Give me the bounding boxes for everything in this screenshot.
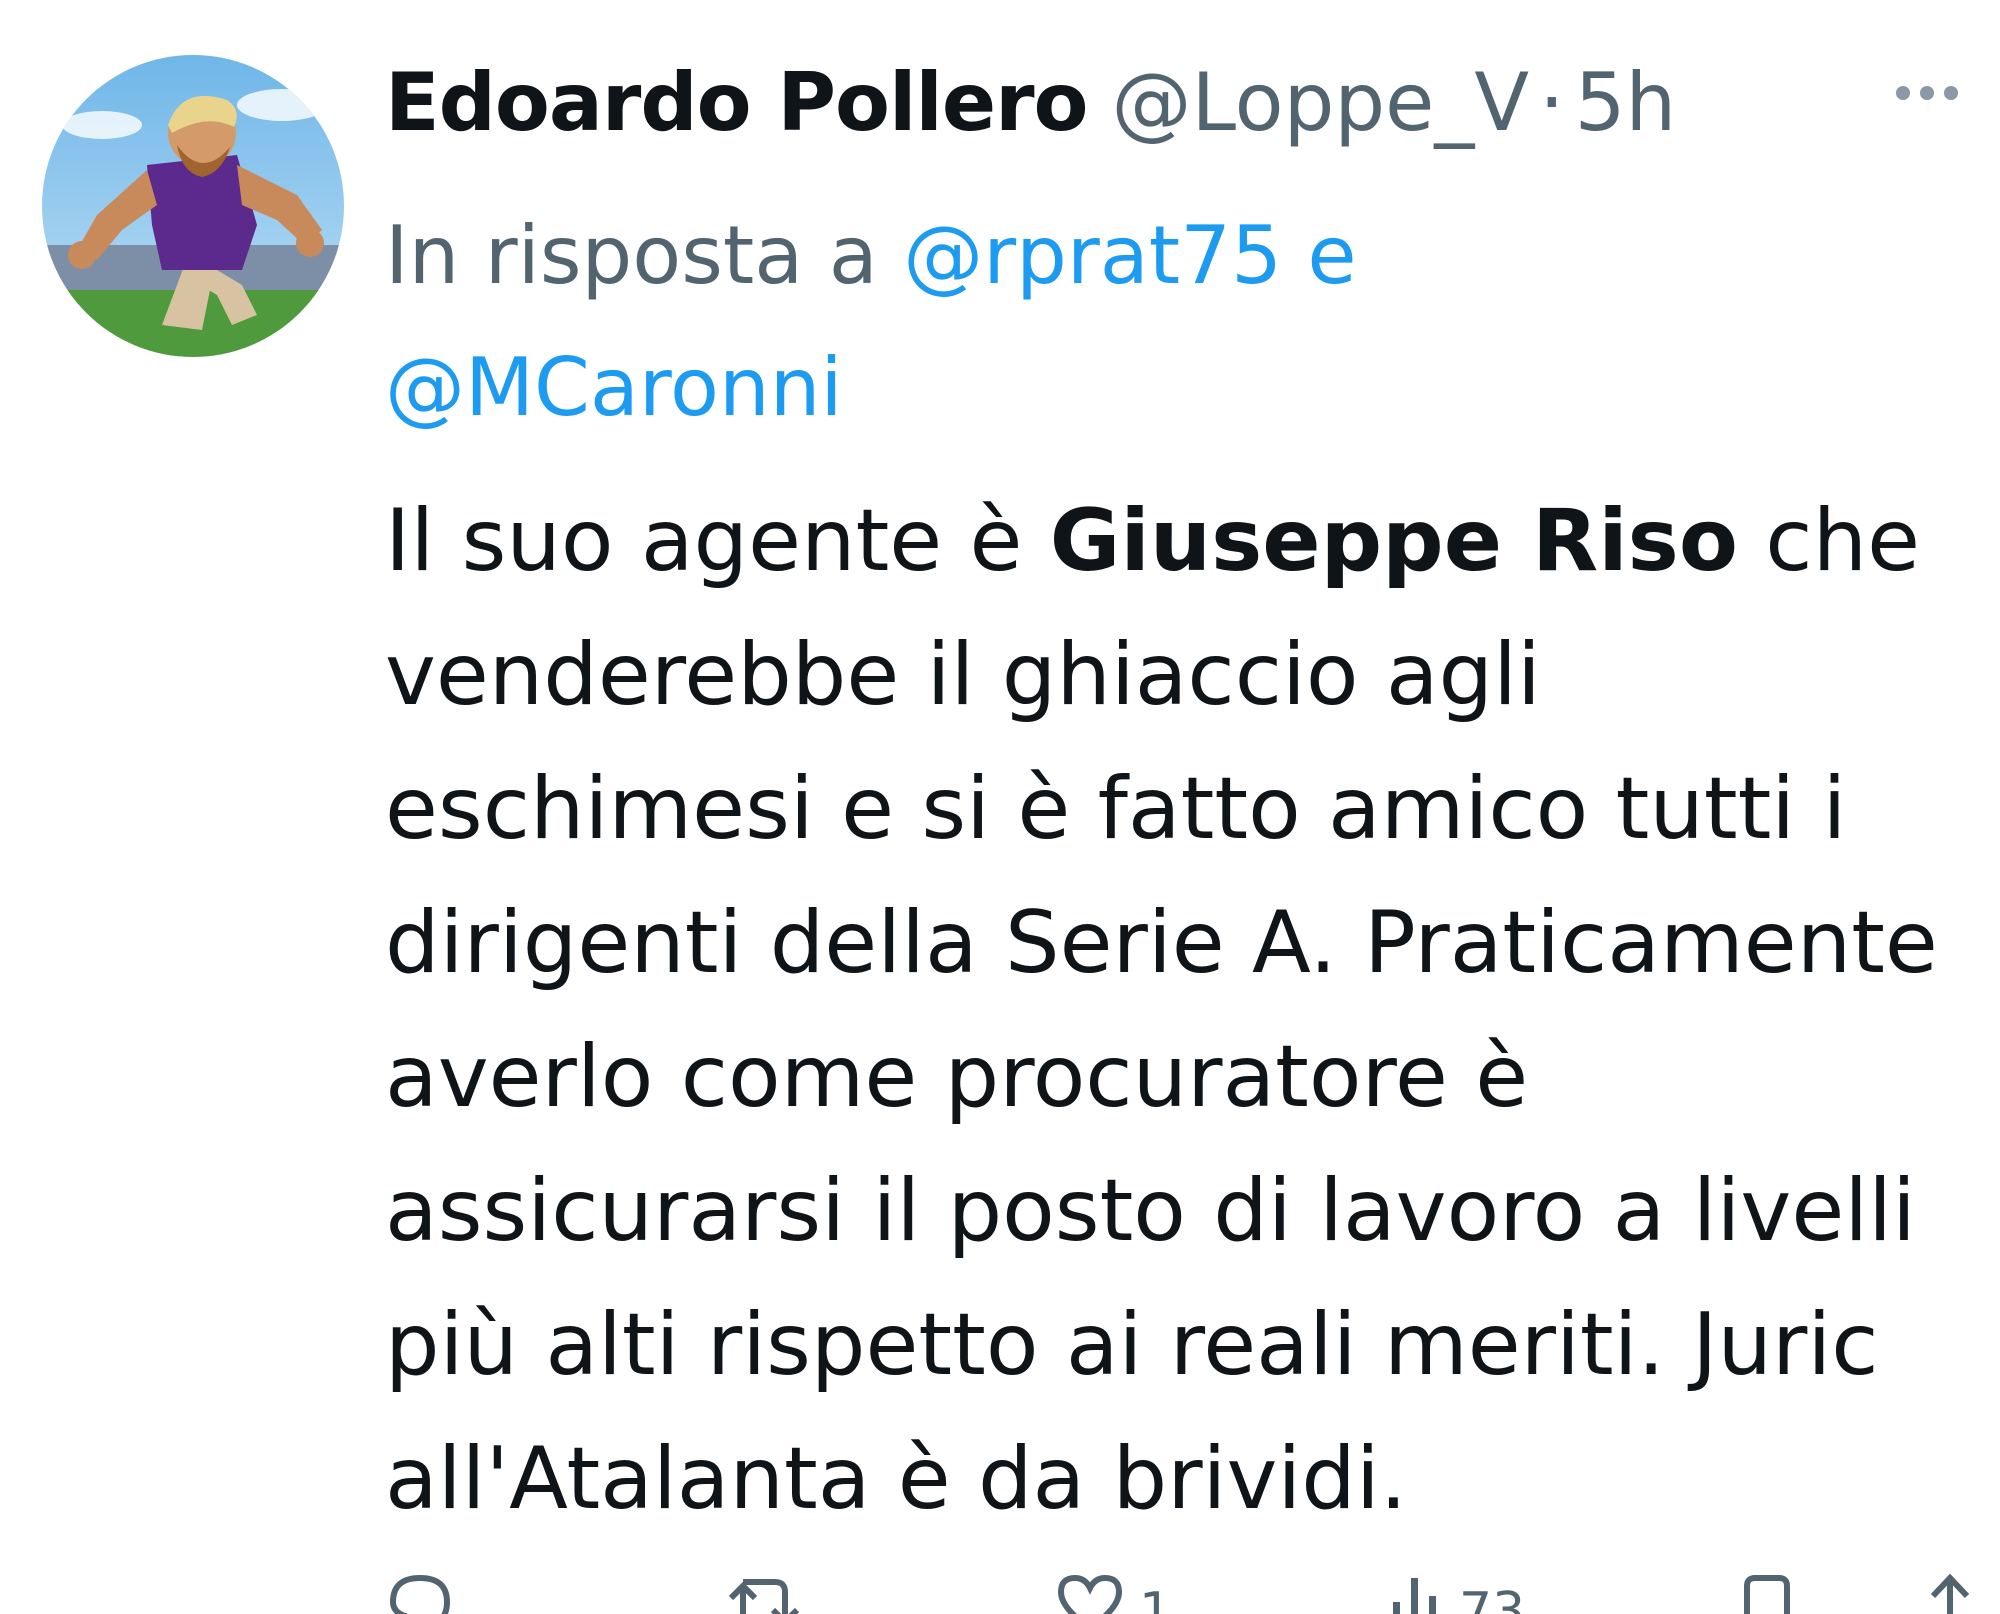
reply-icon — [389, 1574, 451, 1614]
tweet-actions: 1 73 — [385, 1572, 1975, 1614]
share-icon — [1930, 1573, 1970, 1614]
tweet-card[interactable]: Edoardo Pollero @Loppe_V · 5h In rispost… — [0, 0, 2000, 1614]
more-dots-icon[interactable] — [1896, 86, 1958, 100]
reply-button[interactable] — [385, 1572, 455, 1614]
more-dot — [1896, 86, 1910, 100]
reply-context: In risposta a @rprat75 e @MCaronni — [385, 190, 1945, 454]
more-dot — [1944, 86, 1958, 100]
views-button[interactable]: 73 — [1385, 1572, 1525, 1614]
tweet-timestamp[interactable]: 5h — [1575, 56, 1677, 149]
tweet-text-part: Il suo agente è — [385, 491, 1050, 591]
avatar[interactable] — [42, 55, 344, 357]
tweet-text-bold: Giuseppe Riso — [1049, 491, 1738, 591]
author-display-name[interactable]: Edoardo Pollero — [385, 56, 1088, 149]
views-count: 73 — [1459, 1582, 1526, 1614]
like-button[interactable]: 1 — [1055, 1572, 1172, 1614]
bookmark-icon — [1744, 1575, 1790, 1614]
retweet-icon — [728, 1578, 800, 1614]
mention-link[interactable]: @MCaronni — [385, 341, 843, 434]
more-dot — [1920, 86, 1934, 100]
tweet-text: Il suo agente è Giuseppe Riso che vender… — [385, 474, 1965, 1546]
separator-dot: · — [1539, 56, 1565, 149]
views-icon — [1393, 1578, 1436, 1614]
reply-conjunction: e — [1307, 209, 1357, 302]
mention-link[interactable]: @rprat75 — [903, 209, 1282, 302]
like-count: 1 — [1139, 1582, 1173, 1614]
author-handle[interactable]: @Loppe_V — [1112, 56, 1530, 149]
reply-prefix: In risposta a — [385, 209, 878, 302]
bookmark-button[interactable] — [1737, 1572, 1797, 1614]
tweet-text-part: che venderebbe il ghiaccio agli eschimes… — [385, 491, 1938, 1529]
share-button[interactable] — [1925, 1572, 1975, 1614]
retweet-button[interactable] — [725, 1572, 805, 1614]
avatar-illustration — [42, 55, 344, 357]
tweet-header: Edoardo Pollero @Loppe_V · 5h — [385, 56, 1676, 166]
heart-icon — [1057, 1574, 1123, 1614]
